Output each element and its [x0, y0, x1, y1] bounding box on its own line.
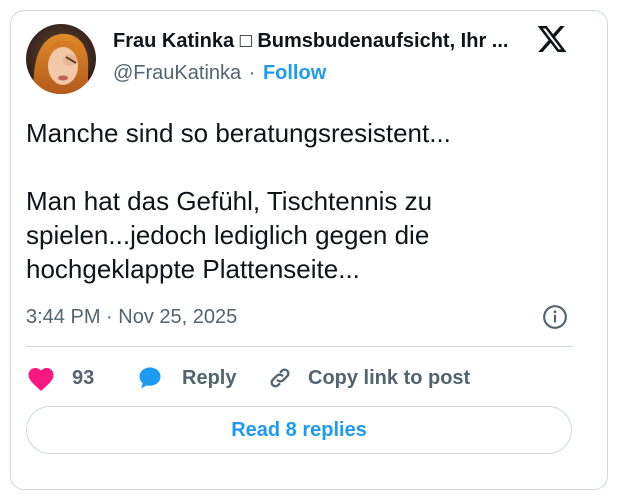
- avatar[interactable]: [26, 24, 96, 94]
- timestamp[interactable]: 3:44 PM · Nov 25, 2025: [26, 304, 237, 330]
- heart-icon: [26, 364, 56, 392]
- follow-link[interactable]: Follow: [263, 62, 326, 84]
- separator-dot: ·: [248, 62, 256, 84]
- x-logo-icon[interactable]: [536, 23, 568, 55]
- link-icon: [266, 364, 294, 392]
- info-icon[interactable]: [542, 304, 568, 330]
- read-replies-label: Read 8 replies: [231, 418, 367, 441]
- copy-link-label: Copy link to post: [308, 366, 471, 389]
- author-handle[interactable]: @FrauKatinka: [113, 62, 241, 84]
- read-replies-button[interactable]: Read 8 replies: [26, 406, 572, 454]
- like-button[interactable]: 93: [26, 362, 94, 394]
- reply-label: Reply: [182, 366, 237, 389]
- reply-button[interactable]: Reply: [136, 362, 236, 394]
- author-name[interactable]: Frau Katinka □ Bumsbudenaufsicht, Ihr ..…: [113, 28, 523, 54]
- tweet-text: Manche sind so beratungsresistent... Man…: [26, 118, 451, 284]
- divider: [26, 346, 572, 347]
- like-count: 93: [72, 366, 95, 389]
- speech-bubble-icon: [136, 364, 164, 392]
- copy-link-button[interactable]: Copy link to post: [266, 362, 470, 394]
- handle-row: @FrauKatinka · Follow: [113, 60, 326, 86]
